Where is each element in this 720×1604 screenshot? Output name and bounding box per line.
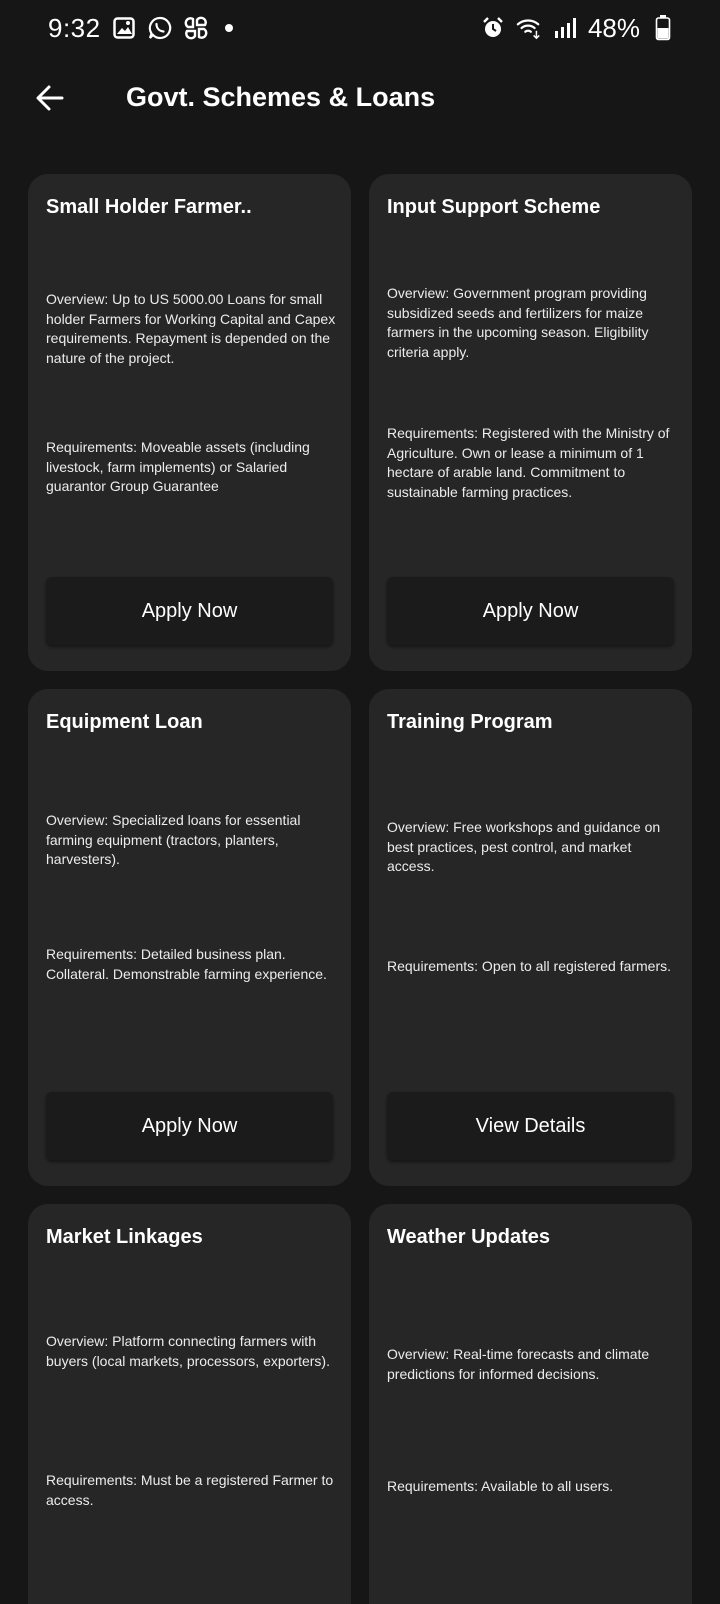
card-requirements: Requirements: Detailed business plan. Co…: [46, 946, 327, 982]
card-title: Small Holder Farmer..: [46, 196, 252, 218]
whatsapp-icon: [147, 15, 173, 41]
card-requirements: Requirements: Moveable assets (including…: [46, 439, 310, 494]
scheme-card-small-holder: Small Holder Farmer.. Overview: Up to US…: [28, 174, 351, 671]
card-title: Input Support Scheme: [387, 196, 601, 218]
battery-percent: 48%: [587, 12, 640, 43]
card-title: Training Program: [387, 711, 553, 733]
back-button[interactable]: [30, 78, 70, 118]
scheme-card-market-linkages: Market Linkages Overview: Platform conne…: [28, 1204, 351, 1604]
apply-now-button[interactable]: Apply Now: [387, 577, 674, 645]
apply-now-button[interactable]: Apply Now: [46, 1092, 333, 1160]
status-left: 9:32: [48, 13, 233, 44]
scheme-card-training-program: Training Program Overview: Free workshop…: [369, 689, 692, 1186]
card-title: Weather Updates: [387, 1226, 551, 1248]
status-time: 9:32: [48, 12, 101, 43]
schemes-grid: Small Holder Farmer.. Overview: Up to US…: [28, 174, 692, 1604]
card-overview: Overview: Real-time forecasts and climat…: [387, 1346, 650, 1382]
status-bar: 9:32 48%: [0, 0, 720, 56]
scheme-card-equipment-loan: Equipment Loan Overview: Specialized loa…: [28, 689, 351, 1186]
card-title: Market Linkages: [46, 1226, 203, 1248]
signal-icon: [552, 15, 578, 41]
alarm-icon: [480, 15, 506, 41]
card-requirements: Requirements: Available to all users.: [387, 1478, 614, 1494]
wifi-icon: [516, 15, 542, 41]
card-requirements: Requirements: Must be a registered Farme…: [46, 1472, 334, 1508]
card-overview: Overview: Specialized loans for essentia…: [46, 812, 301, 867]
scheme-card-weather-updates: Weather Updates Overview: Real-time fore…: [369, 1204, 692, 1604]
card-overview: Overview: Government program providing s…: [387, 285, 649, 360]
page-title: Govt. Schemes & Loans: [126, 82, 436, 112]
slack-icon: [183, 15, 209, 41]
card-title: Equipment Loan: [46, 711, 203, 733]
view-details-button[interactable]: View Details: [387, 1092, 674, 1160]
app-bar: Govt. Schemes & Loans: [0, 60, 720, 136]
scheme-card-input-support: Input Support Scheme Overview: Governmen…: [369, 174, 692, 671]
card-requirements: Requirements: Open to all registered far…: [387, 958, 672, 974]
battery-icon: [650, 15, 676, 41]
notification-dot-icon: [224, 24, 233, 32]
status-right: 48%: [480, 13, 676, 44]
card-overview: Overview: Platform connecting farmers wi…: [46, 1333, 330, 1369]
apply-now-button[interactable]: Apply Now: [46, 577, 333, 645]
card-requirements: Requirements: Registered with the Minist…: [387, 425, 670, 500]
card-overview: Overview: Up to US 5000.00 Loans for sma…: [46, 291, 336, 366]
arrow-left-icon: [36, 85, 64, 111]
gallery-icon: [111, 15, 137, 41]
card-overview: Overview: Free workshops and guidance on…: [387, 819, 661, 874]
